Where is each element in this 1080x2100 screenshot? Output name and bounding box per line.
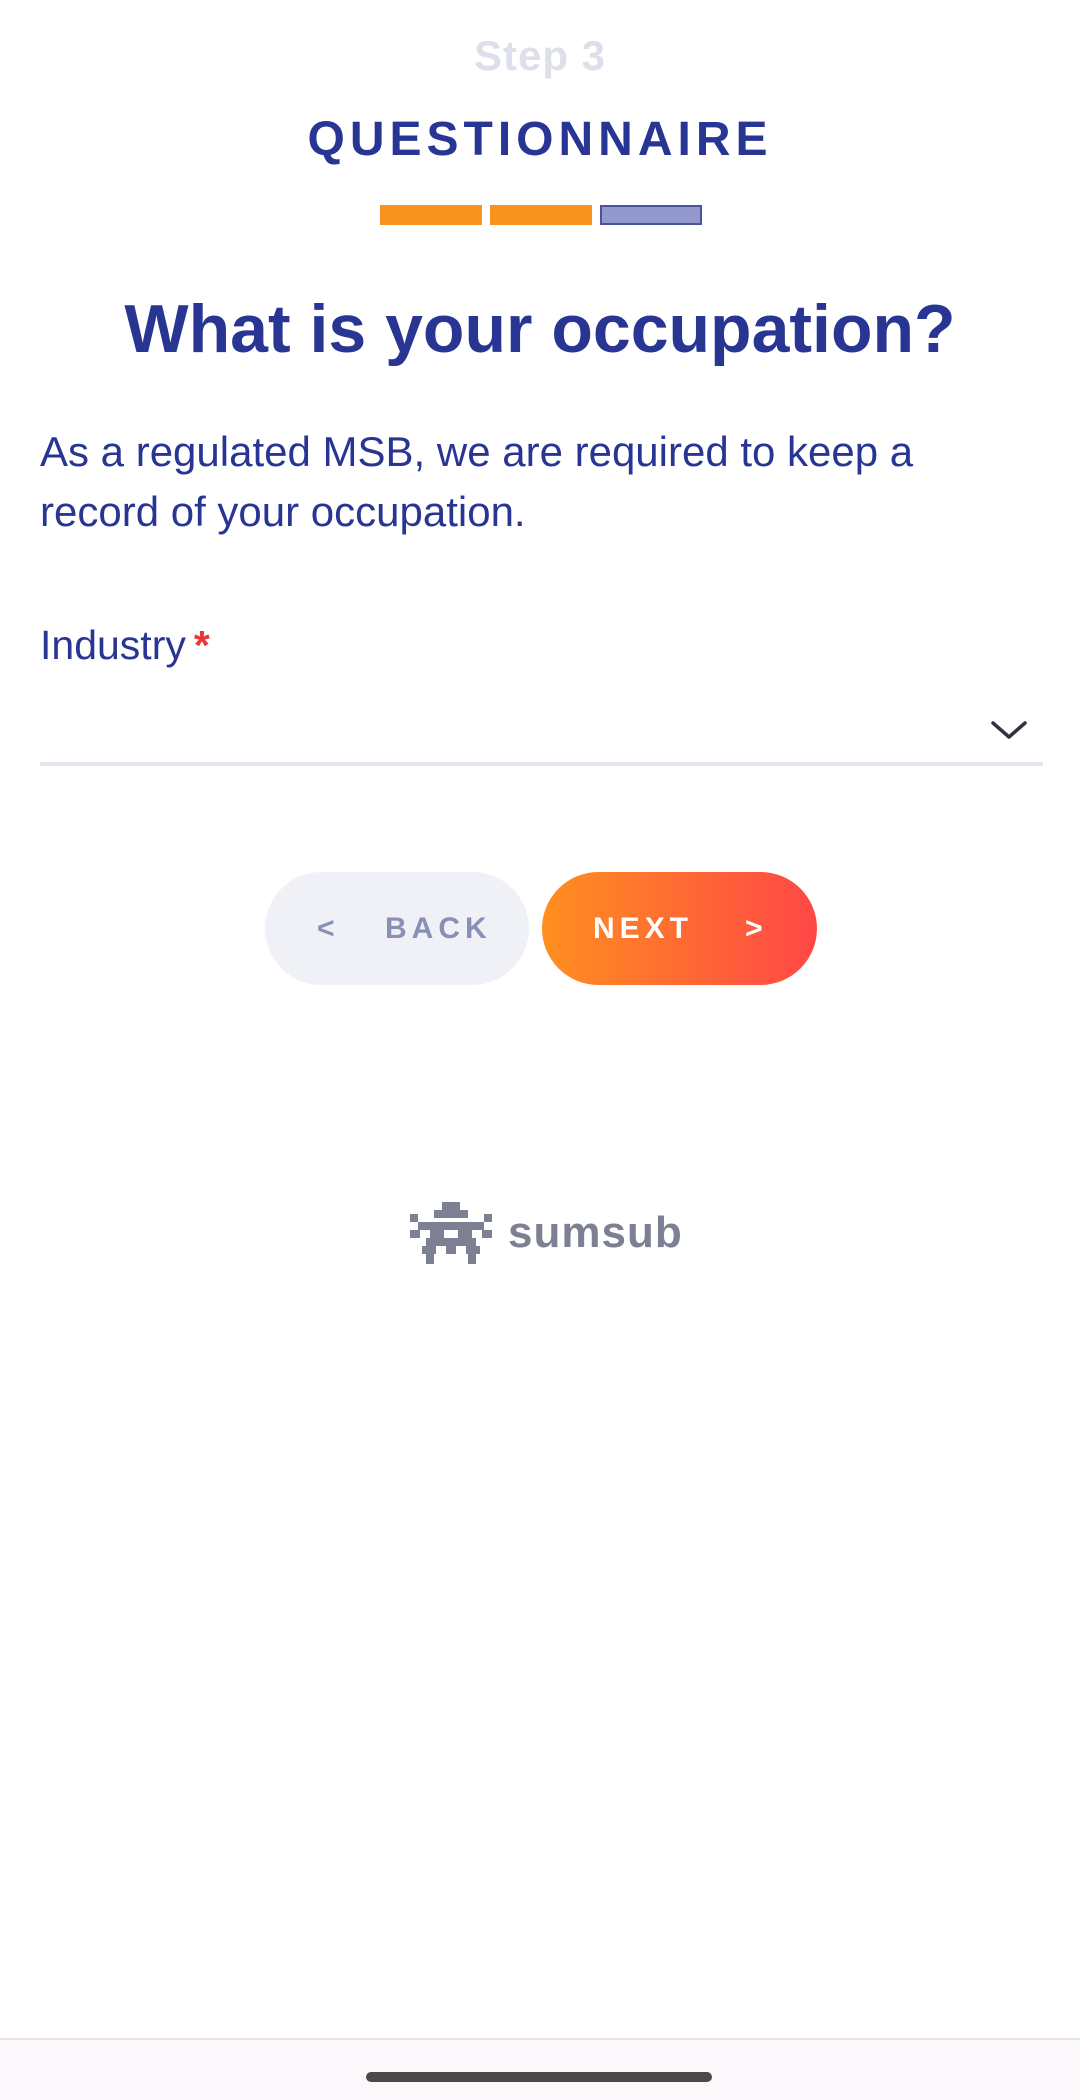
back-button[interactable]: < BACK <box>265 872 529 985</box>
question-description: As a regulated MSB, we are required to k… <box>40 428 914 535</box>
system-navigation-bar <box>0 2038 1080 2100</box>
industry-label: Industry <box>40 622 186 668</box>
progress-segment-2 <box>490 205 592 225</box>
step-progress-bar <box>380 205 702 225</box>
question-title: What is your occupation? <box>124 291 956 367</box>
brand-name: sumsub <box>508 1208 683 1257</box>
next-arrow-icon: > <box>745 911 768 945</box>
step-label: Step 3 <box>473 32 607 79</box>
required-asterisk: * <box>193 622 210 668</box>
back-button-label: BACK <box>385 911 492 945</box>
progress-segment-1 <box>380 205 482 225</box>
sumsub-logo-icon <box>410 1202 492 1264</box>
chevron-down-icon <box>991 721 1027 739</box>
section-title: QUESTIONNAIRE <box>307 113 773 166</box>
progress-segment-3 <box>600 205 702 225</box>
next-button[interactable]: NEXT > <box>542 872 817 985</box>
industry-select[interactable] <box>40 700 1043 766</box>
industry-label-row: Industry * <box>40 622 210 669</box>
sumsub-branding: sumsub <box>408 1200 683 1266</box>
back-arrow-icon: < <box>317 911 340 945</box>
home-indicator[interactable] <box>366 2072 712 2082</box>
next-button-label: NEXT <box>593 911 694 945</box>
questionnaire-screen: Step 3 QUESTIONNAIRE What is your occupa… <box>0 0 1080 2100</box>
